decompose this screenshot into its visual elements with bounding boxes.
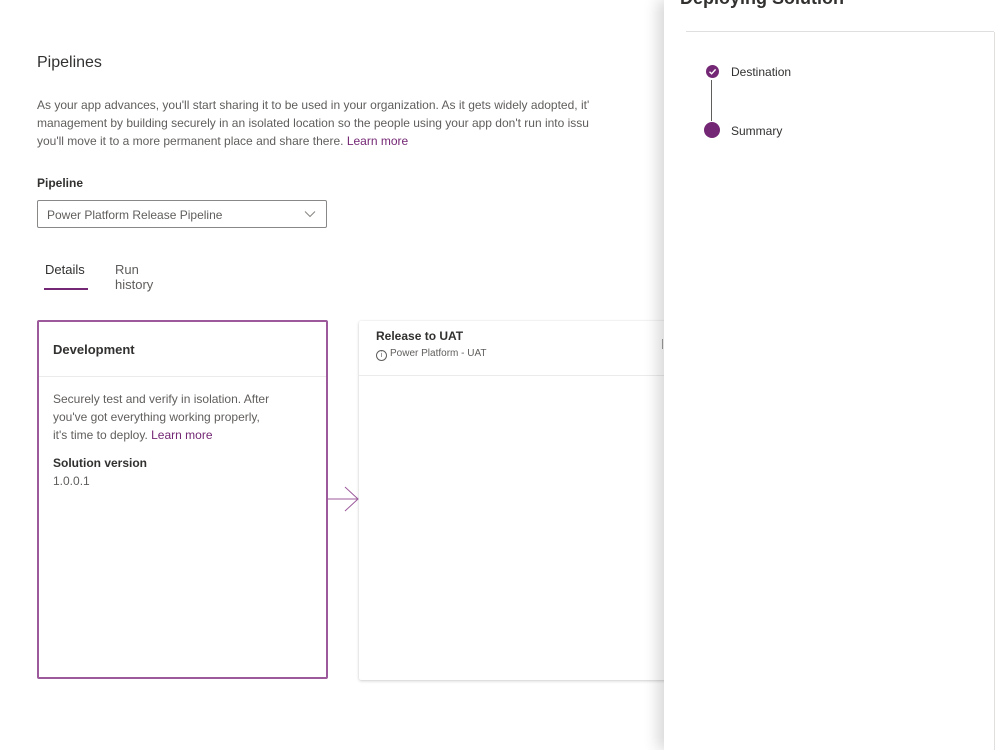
stage-description-line: you've got everything working properly,	[53, 410, 260, 424]
stage-description-line-text: it's time to deploy.	[53, 428, 148, 442]
chevron-down-icon	[304, 211, 316, 218]
stage-description-line: Securely test and verify in isolation. A…	[53, 392, 270, 406]
stage-description-line: it's time to deploy. Learn more	[53, 426, 315, 444]
pipeline-label: Pipeline	[37, 176, 84, 190]
arrow-right-icon	[327, 486, 359, 512]
page-description: As your app advances, you'll start shari…	[37, 96, 677, 150]
description-line: you'll move it to a more permanent place…	[37, 132, 677, 150]
development-stage-card[interactable]: Development Securely test and verify in …	[37, 320, 328, 679]
info-icon: i	[376, 350, 387, 361]
checkmark-icon	[709, 68, 717, 75]
uat-environment: i Power Platform - UAT	[376, 348, 487, 361]
pipeline-dropdown[interactable]: Power Platform Release Pipeline	[37, 200, 327, 228]
overflow-mark	[662, 339, 663, 349]
description-line: management by building securely in an is…	[37, 116, 589, 130]
uat-stage-card[interactable]: Release to UAT i Power Platform - UAT	[359, 321, 679, 680]
uat-stage-title: Release to UAT	[376, 329, 464, 343]
panel-title: Deploying Solution	[680, 0, 844, 9]
development-stage-header: Development	[39, 322, 326, 377]
pipelines-page: Pipelines As your app advances, you'll s…	[0, 0, 1000, 750]
description-line-text: you'll move it to a more permanent place…	[37, 134, 344, 148]
step-destination[interactable]: Destination	[731, 65, 791, 79]
step-completed-indicator	[706, 65, 719, 78]
stage-learn-more-link[interactable]: Learn more	[151, 428, 212, 442]
learn-more-link[interactable]: Learn more	[347, 134, 408, 148]
development-stage-title: Development	[53, 342, 135, 357]
solution-version-value: 1.0.0.1	[53, 474, 90, 488]
pipeline-dropdown-value: Power Platform Release Pipeline	[47, 208, 223, 222]
deploy-panel: Deploying Solution Destination Summary	[664, 0, 1000, 750]
active-tab-indicator	[44, 288, 88, 290]
step-current-indicator	[704, 122, 720, 138]
development-stage-description: Securely test and verify in isolation. A…	[53, 390, 315, 444]
panel-divider	[686, 31, 994, 32]
step-summary[interactable]: Summary	[731, 124, 782, 138]
tab-details[interactable]: Details	[45, 262, 85, 277]
step-connector-line	[711, 80, 712, 121]
description-line: As your app advances, you'll start shari…	[37, 98, 590, 112]
uat-stage-header: Release to UAT i Power Platform - UAT	[359, 321, 679, 376]
page-title: Pipelines	[37, 54, 102, 71]
solution-version-label: Solution version	[53, 456, 148, 470]
tab-run-history[interactable]: Run history	[115, 262, 153, 292]
uat-environment-name: Power Platform - UAT	[390, 348, 487, 359]
panel-vertical-divider	[994, 32, 995, 750]
